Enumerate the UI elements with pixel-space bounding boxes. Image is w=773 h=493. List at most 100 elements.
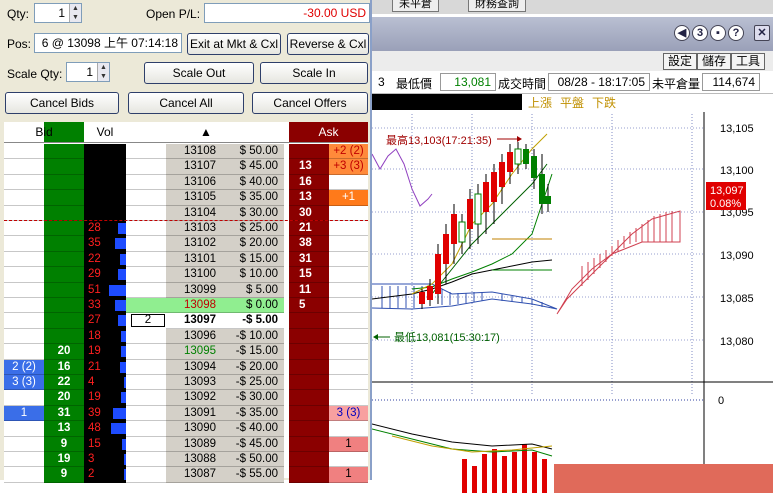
bid-size-cell[interactable] bbox=[44, 236, 84, 252]
ask-size-cell[interactable] bbox=[289, 328, 329, 345]
price-cell[interactable]: 13105 bbox=[166, 190, 220, 206]
ask-header[interactable]: Ask bbox=[289, 122, 368, 142]
trade-qty-cell[interactable] bbox=[126, 251, 166, 268]
ask-orders-cell[interactable] bbox=[329, 221, 368, 237]
bid-orders-cell[interactable] bbox=[4, 282, 44, 298]
ask-orders-cell[interactable] bbox=[329, 236, 368, 252]
ask-size-cell[interactable]: 31 bbox=[289, 251, 329, 268]
bid-size-cell[interactable] bbox=[44, 190, 84, 206]
bid-orders-cell[interactable]: 3 (3) bbox=[4, 375, 44, 391]
trade-qty-cell[interactable] bbox=[126, 267, 166, 283]
bid-size-cell[interactable]: 31 bbox=[44, 405, 84, 422]
price-cell[interactable]: 13108 bbox=[166, 144, 220, 160]
bid-size-cell[interactable] bbox=[44, 328, 84, 345]
ask-size-cell[interactable]: 21 bbox=[289, 221, 329, 237]
exit-at-market-button[interactable]: Exit at Mkt & Cxl bbox=[187, 33, 281, 55]
ask-orders-cell[interactable]: 3 (3) bbox=[329, 405, 368, 422]
ask-orders-cell[interactable] bbox=[329, 282, 368, 298]
back-icon[interactable]: ◀ bbox=[674, 25, 690, 41]
bid-orders-cell[interactable] bbox=[4, 190, 44, 206]
trade-qty-cell[interactable]: 2 bbox=[131, 314, 165, 328]
tools-button[interactable]: 工具 bbox=[731, 53, 766, 70]
open-interest-button[interactable]: 未平倉 bbox=[392, 0, 439, 12]
trade-qty-cell[interactable] bbox=[126, 159, 166, 175]
sort-arrow-icon[interactable]: ▲ bbox=[166, 122, 246, 142]
trade-qty-cell[interactable] bbox=[126, 359, 166, 375]
bid-size-cell[interactable] bbox=[44, 159, 84, 175]
account-query-button[interactable]: 財務查詢 bbox=[468, 0, 526, 12]
bid-orders-cell[interactable] bbox=[4, 436, 44, 452]
trade-qty-cell[interactable] bbox=[126, 452, 166, 468]
reverse-button[interactable]: Reverse & Cxl bbox=[287, 33, 369, 55]
ask-orders-cell[interactable] bbox=[329, 328, 368, 345]
bid-orders-cell[interactable] bbox=[4, 421, 44, 437]
ask-orders-cell[interactable] bbox=[329, 421, 368, 437]
bid-size-cell[interactable] bbox=[44, 221, 84, 237]
help-icon[interactable]: ? bbox=[728, 25, 744, 41]
bid-orders-cell[interactable] bbox=[4, 452, 44, 468]
price-cell[interactable]: 13100 bbox=[166, 267, 220, 283]
ask-orders-cell[interactable] bbox=[329, 452, 368, 468]
ask-size-cell[interactable]: 38 bbox=[289, 236, 329, 252]
bid-size-cell[interactable] bbox=[44, 205, 84, 221]
ask-orders-cell[interactable] bbox=[329, 390, 368, 406]
lock-icon[interactable]: ▪ bbox=[710, 25, 726, 41]
bid-orders-cell[interactable] bbox=[4, 467, 44, 483]
price-cell[interactable]: 13099 bbox=[166, 282, 220, 298]
bid-orders-cell[interactable] bbox=[4, 236, 44, 252]
bid-orders-cell[interactable] bbox=[4, 251, 44, 268]
bid-size-cell[interactable]: 9 bbox=[44, 436, 84, 452]
bid-orders-cell[interactable] bbox=[4, 313, 44, 329]
ask-orders-cell[interactable] bbox=[329, 344, 368, 360]
bid-orders-cell[interactable] bbox=[4, 174, 44, 191]
bid-orders-cell[interactable] bbox=[4, 298, 44, 314]
bid-size-cell[interactable]: 13 bbox=[44, 421, 84, 437]
price-cell[interactable]: 13094 bbox=[166, 359, 220, 375]
price-cell[interactable]: 13098 bbox=[166, 298, 220, 314]
bid-size-cell[interactable] bbox=[44, 298, 84, 314]
price-cell[interactable]: 13091 bbox=[166, 405, 220, 422]
ask-orders-cell[interactable]: 1 bbox=[329, 467, 368, 483]
bid-size-cell[interactable] bbox=[44, 313, 84, 329]
settings-button[interactable]: 設定 bbox=[663, 53, 698, 70]
bid-size-cell[interactable] bbox=[44, 144, 84, 160]
ask-orders-cell[interactable] bbox=[329, 174, 368, 191]
trade-qty-cell[interactable] bbox=[126, 190, 166, 206]
price-cell[interactable]: 13092 bbox=[166, 390, 220, 406]
scale-qty-spinner-icon[interactable]: ▲ ▼ bbox=[97, 63, 109, 81]
bid-orders-cell[interactable]: 1 bbox=[4, 405, 44, 422]
bid-orders-cell[interactable] bbox=[4, 221, 44, 237]
ask-size-cell[interactable] bbox=[289, 313, 329, 329]
price-chart[interactable]: 上漲 平盤 下跌 13,105 13,100 13,095 13,090 13,… bbox=[372, 94, 773, 493]
trade-qty-cell[interactable] bbox=[126, 205, 166, 221]
ask-size-cell[interactable]: 5 bbox=[289, 298, 329, 314]
bid-orders-cell[interactable]: 2 (2) bbox=[4, 359, 44, 375]
trade-qty-cell[interactable] bbox=[126, 282, 166, 298]
trade-qty-cell[interactable] bbox=[126, 174, 166, 191]
price-cell[interactable]: 13103 bbox=[166, 221, 220, 237]
trade-qty-cell[interactable] bbox=[126, 328, 166, 345]
trade-qty-cell[interactable] bbox=[126, 221, 166, 237]
price-cell[interactable]: 13090 bbox=[166, 421, 220, 437]
trade-qty-cell[interactable] bbox=[126, 375, 166, 391]
bid-header[interactable]: Bid bbox=[4, 122, 84, 142]
price-cell[interactable]: 13093 bbox=[166, 375, 220, 391]
ask-orders-cell[interactable]: +1 bbox=[329, 190, 368, 206]
bid-size-cell[interactable]: 19 bbox=[44, 452, 84, 468]
ask-size-cell[interactable]: 15 bbox=[289, 267, 329, 283]
ask-size-cell[interactable]: 16 bbox=[289, 174, 329, 191]
ask-size-cell[interactable] bbox=[289, 467, 329, 483]
bid-size-cell[interactable] bbox=[44, 282, 84, 298]
ask-size-cell[interactable] bbox=[289, 421, 329, 437]
bid-size-cell[interactable]: 20 bbox=[44, 390, 84, 406]
ask-orders-cell[interactable] bbox=[329, 313, 368, 329]
trade-qty-cell[interactable] bbox=[126, 467, 166, 483]
ask-size-cell[interactable] bbox=[289, 405, 329, 422]
ask-size-cell[interactable]: 13 bbox=[289, 159, 329, 175]
trade-qty-cell[interactable] bbox=[126, 421, 166, 437]
qty-spinner-icon[interactable]: ▲ ▼ bbox=[69, 4, 81, 22]
bid-size-cell[interactable]: 16 bbox=[44, 359, 84, 375]
ask-size-cell[interactable] bbox=[289, 375, 329, 391]
bid-size-cell[interactable] bbox=[44, 174, 84, 191]
ask-orders-cell[interactable] bbox=[329, 298, 368, 314]
